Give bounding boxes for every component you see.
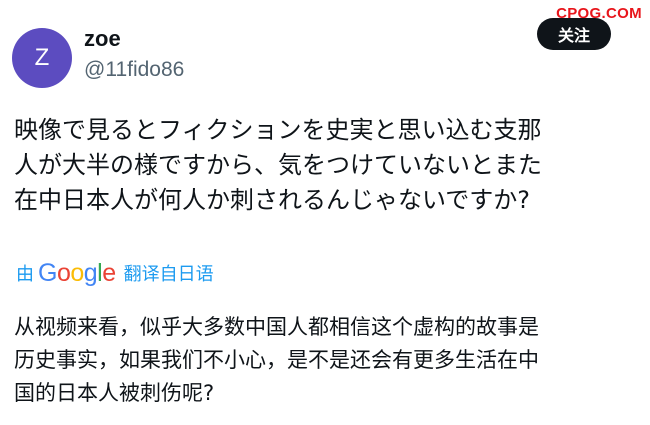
google-logo-letter: o (56, 258, 71, 287)
user-handle[interactable]: @11fido86 (84, 56, 184, 84)
google-logo-letter: o (70, 258, 84, 287)
post-translated-text: 从视频来看，似乎大多数中国人都相信这个虚构的故事是 历史事实，如果我们不小心，是… (14, 311, 634, 410)
google-logo: Google (38, 259, 116, 288)
google-logo-letter: G (38, 258, 57, 287)
translation-attribution: 由 Google 翻译自日语 (16, 258, 214, 288)
avatar[interactable]: Z (12, 28, 72, 88)
avatar-letter: Z (34, 44, 50, 71)
display-name[interactable]: zoe (84, 26, 184, 52)
post-line: 人が大半の様ですから、気をつけていないとまた (14, 151, 542, 179)
post-line: 映像で見るとフィクションを史実と思い込む支那 (14, 116, 542, 144)
post-original-text: 映像で見るとフィクションを史実と思い込む支那 人が大半の様ですから、気をつけてい… (14, 113, 634, 218)
translated-by-label: 由 (16, 264, 34, 285)
tweet-card: CPQG.COM Z zoe @11fido86 关注 映像で見るとフィクション… (0, 0, 650, 425)
post-line: 在中日本人が何人か刺されるんじゃないですか? (14, 186, 531, 214)
user-info: zoe @11fido86 (84, 26, 184, 84)
follow-button[interactable]: 关注 (537, 18, 611, 50)
translated-line: 从视频来看，似乎大多数中国人都相信这个虚构的故事是 (14, 315, 539, 339)
google-logo-letter: g (83, 258, 98, 287)
translated-from-link[interactable]: 翻译自日语 (124, 260, 214, 286)
translated-line: 历史事实，如果我们不小心，是不是还会有更多生活在中 (14, 348, 539, 372)
translated-line: 国的日本人被刺伤呢? (14, 381, 215, 405)
google-logo-letter: e (102, 258, 116, 287)
